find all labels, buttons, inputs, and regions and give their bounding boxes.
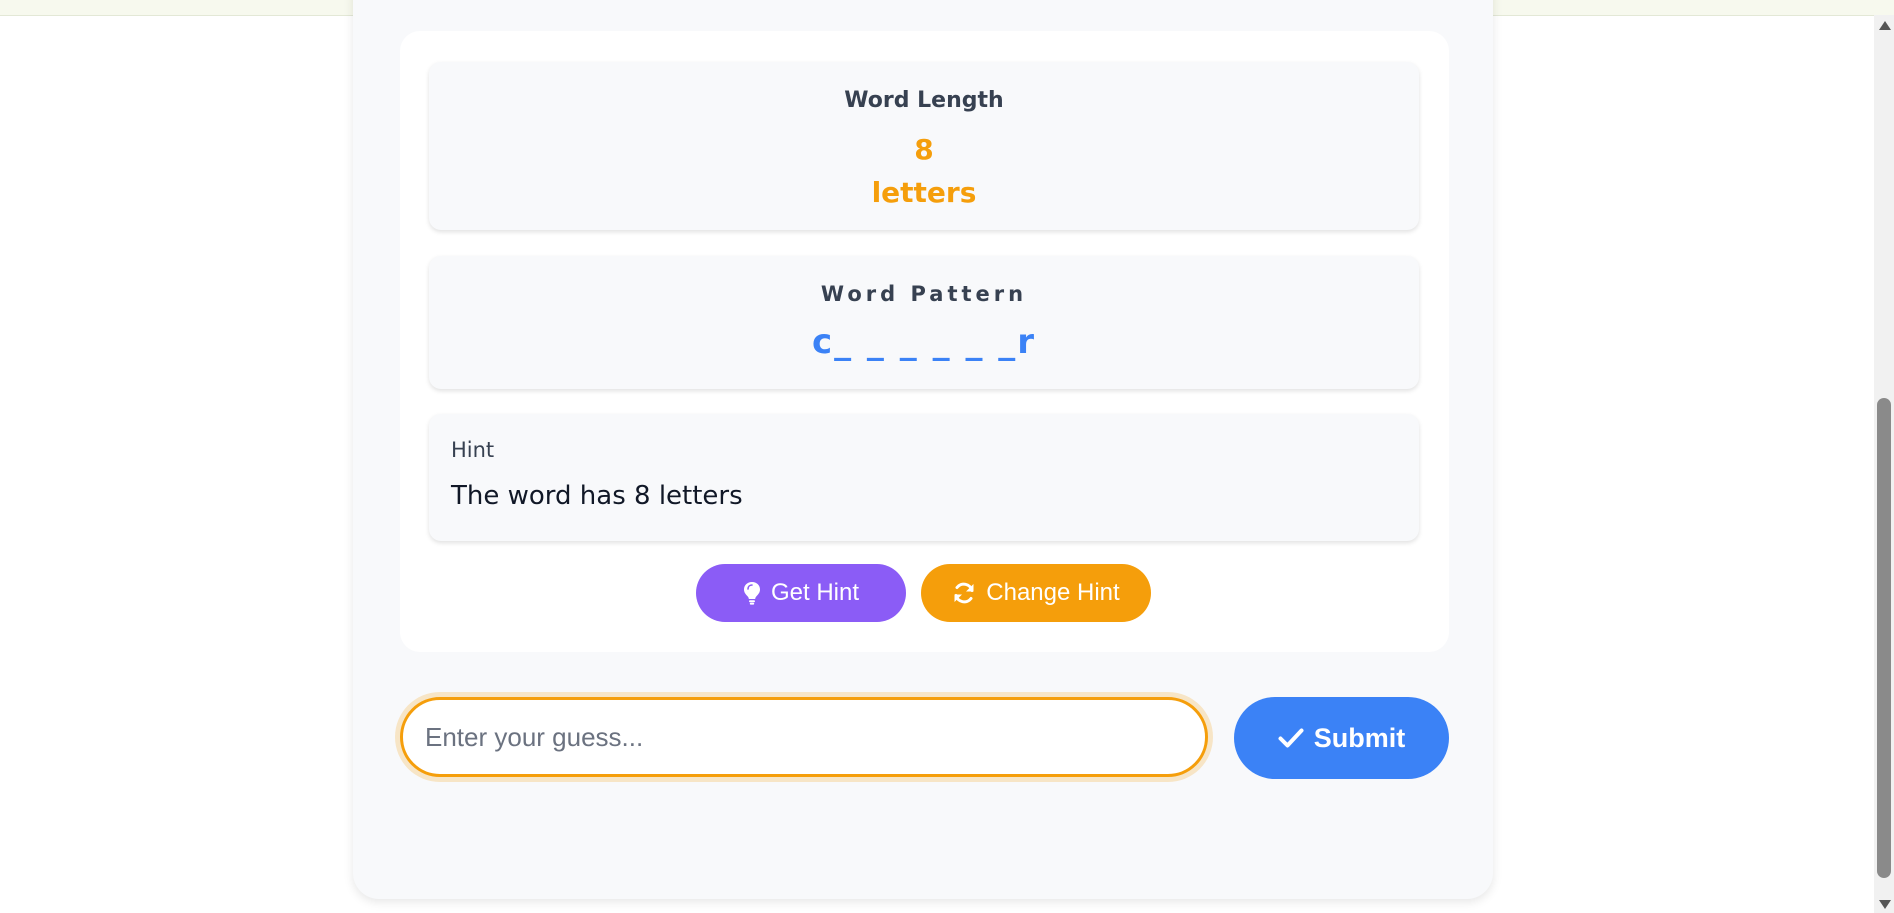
lightbulb-icon [743,581,761,605]
scroll-thumb[interactable] [1877,398,1891,878]
scroll-up-arrow-icon[interactable] [1879,21,1891,30]
hint-text: The word has 8 letters [451,481,743,511]
word-length-number: 8 [914,133,934,166]
word-length-label: Word Length [844,88,1004,113]
hint-label: Hint [451,438,495,462]
word-length-box: Word Length 8 letters [429,62,1419,230]
get-hint-button[interactable]: Get Hint [696,564,906,622]
word-pattern-value: c_ _ _ _ _ _r [811,322,1037,362]
check-icon [1278,727,1304,749]
scroll-down-arrow-icon[interactable] [1879,900,1891,909]
word-pattern-box: Word Pattern c_ _ _ _ _ _r [429,256,1419,389]
change-hint-button[interactable]: Change Hint [921,564,1151,622]
page-scrollbar[interactable] [1874,15,1894,913]
guess-input[interactable] [400,697,1208,777]
change-hint-label: Change Hint [986,579,1120,606]
get-hint-label: Get Hint [770,579,860,606]
word-length-unit: letters [871,176,977,209]
submit-button[interactable]: Submit [1234,697,1449,779]
word-length-value: 8 letters [429,128,1419,214]
submit-label: Submit [1313,722,1406,753]
word-pattern-label: Word Pattern [820,282,1028,306]
refresh-icon [952,581,976,605]
hint-box: Hint The word has 8 letters [429,414,1419,541]
